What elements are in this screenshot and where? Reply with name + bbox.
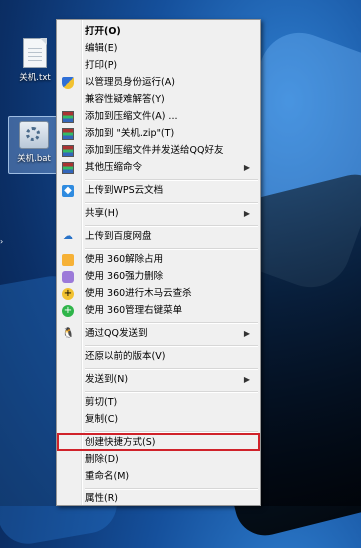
- menu-item-open[interactable]: 打开(O): [57, 24, 260, 40]
- 360-unlock-icon: [62, 254, 74, 266]
- winrar-icon: [62, 145, 74, 157]
- menu-item-cut[interactable]: 剪切(T): [57, 395, 260, 411]
- menu-item-print[interactable]: 打印(P): [57, 58, 260, 74]
- menu-item-label: 还原以前的版本(V): [85, 351, 166, 362]
- 360-delete-icon: [62, 271, 74, 283]
- menu-item-add-to-archive[interactable]: 添加到压缩文件(A) ...: [57, 109, 260, 125]
- menu-item-upload-baidu[interactable]: ☁ 上传到百度网盘: [57, 229, 260, 245]
- menu-item-troubleshoot-compat[interactable]: 兼容性疑难解答(Y): [57, 92, 260, 108]
- menu-item-360-unlock[interactable]: 使用 360解除占用: [57, 252, 260, 268]
- menu-item-label: 复制(C): [85, 414, 119, 425]
- 360-menu-icon: +: [62, 305, 74, 317]
- menu-item-label: 剪切(T): [85, 397, 118, 408]
- menu-item-run-as-admin[interactable]: 以管理员身份运行(A): [57, 75, 260, 91]
- menu-item-label: 通过QQ发送到: [85, 328, 148, 339]
- winrar-icon: [62, 111, 74, 123]
- menu-separator: [85, 345, 258, 347]
- menu-separator: [85, 368, 258, 370]
- winrar-icon: [62, 128, 74, 140]
- menu-item-label: 创建快捷方式(S): [85, 437, 156, 448]
- menu-separator: [85, 391, 258, 393]
- menu-item-other-compress[interactable]: 其他压缩命令 ▶: [57, 160, 260, 176]
- text-file-icon: [23, 38, 47, 68]
- menu-item-label: 打开(O): [85, 26, 121, 37]
- menu-item-label: 上传到百度网盘: [85, 231, 152, 242]
- menu-item-restore-versions[interactable]: 还原以前的版本(V): [57, 349, 260, 365]
- menu-item-label: 共享(H): [85, 208, 119, 219]
- menu-item-360-force-delete[interactable]: 使用 360强力删除: [57, 269, 260, 285]
- menu-separator: [85, 202, 258, 204]
- uac-shield-icon: [62, 77, 74, 89]
- menu-item-label: 打印(P): [85, 60, 118, 71]
- menu-separator: [85, 488, 258, 490]
- menu-item-label: 发送到(N): [85, 374, 129, 385]
- baidu-cloud-icon: ☁: [63, 231, 73, 242]
- menu-item-label: 使用 360进行木马云查杀: [85, 288, 192, 299]
- desktop-icon-label: 关机.txt: [19, 73, 51, 83]
- batch-file-icon: [19, 121, 49, 149]
- wps-cloud-icon: ◆: [62, 185, 74, 197]
- menu-separator: [85, 225, 258, 227]
- menu-item-label: 使用 360解除占用: [85, 254, 164, 265]
- menu-separator: [85, 179, 258, 181]
- winrar-icon: [62, 162, 74, 174]
- 360-scan-icon: +: [62, 288, 74, 300]
- context-menu: 打开(O) 编辑(E) 打印(P) 以管理员身份运行(A) 兼容性疑难解答(Y)…: [56, 19, 261, 506]
- menu-item-properties[interactable]: 属性(R): [57, 491, 260, 507]
- menu-item-copy[interactable]: 复制(C): [57, 412, 260, 428]
- menu-item-label: 添加到压缩文件(A) ...: [85, 111, 178, 122]
- submenu-arrow-icon: ▶: [243, 329, 250, 338]
- menu-item-label: 兼容性疑难解答(Y): [85, 94, 165, 105]
- menu-item-label: 编辑(E): [85, 43, 118, 54]
- desktop-icon-bat[interactable]: 关机.bat: [8, 116, 60, 174]
- menu-item-label: 重命名(M): [85, 471, 130, 482]
- submenu-arrow-icon: ▶: [243, 375, 250, 384]
- menu-item-360-trojan-scan[interactable]: + 使用 360进行木马云查杀: [57, 286, 260, 302]
- menu-separator: [85, 322, 258, 324]
- menu-item-upload-wps[interactable]: ◆ 上传到WPS云文档: [57, 183, 260, 199]
- qq-penguin-icon: 🐧: [62, 328, 75, 339]
- menu-item-archive-send-qq[interactable]: 添加到压缩文件并发送给QQ好友: [57, 143, 260, 159]
- menu-item-delete[interactable]: 删除(D): [57, 452, 260, 468]
- menu-item-label: 上传到WPS云文档: [85, 185, 164, 196]
- menu-item-send-to[interactable]: 发送到(N) ▶: [57, 372, 260, 388]
- desktop-edge-mark: ›: [0, 237, 4, 246]
- menu-item-edit[interactable]: 编辑(E): [57, 41, 260, 57]
- menu-item-label: 添加到压缩文件并发送给QQ好友: [85, 145, 224, 156]
- menu-item-label: 其他压缩命令: [85, 162, 143, 173]
- submenu-arrow-icon: ▶: [243, 163, 250, 172]
- menu-item-create-shortcut[interactable]: 创建快捷方式(S): [57, 433, 260, 451]
- menu-item-label: 以管理员身份运行(A): [85, 77, 175, 88]
- menu-item-label: 删除(D): [85, 454, 119, 465]
- menu-item-add-to-zip[interactable]: 添加到 "关机.zip"(T): [57, 126, 260, 142]
- menu-item-share[interactable]: 共享(H) ▶: [57, 206, 260, 222]
- menu-item-label: 属性(R): [85, 493, 119, 504]
- desktop-icon-label: 关机.bat: [17, 154, 51, 164]
- menu-item-send-via-qq[interactable]: 🐧 通过QQ发送到 ▶: [57, 326, 260, 342]
- submenu-arrow-icon: ▶: [243, 209, 250, 218]
- desktop-icon-txt[interactable]: 关机.txt: [10, 38, 60, 83]
- menu-separator: [85, 248, 258, 250]
- menu-item-label: 使用 360强力删除: [85, 271, 164, 282]
- menu-item-rename[interactable]: 重命名(M): [57, 469, 260, 485]
- menu-item-label: 添加到 "关机.zip"(T): [85, 128, 175, 139]
- menu-item-360-manage-menu[interactable]: + 使用 360管理右键菜单: [57, 303, 260, 319]
- menu-item-label: 使用 360管理右键菜单: [85, 305, 183, 316]
